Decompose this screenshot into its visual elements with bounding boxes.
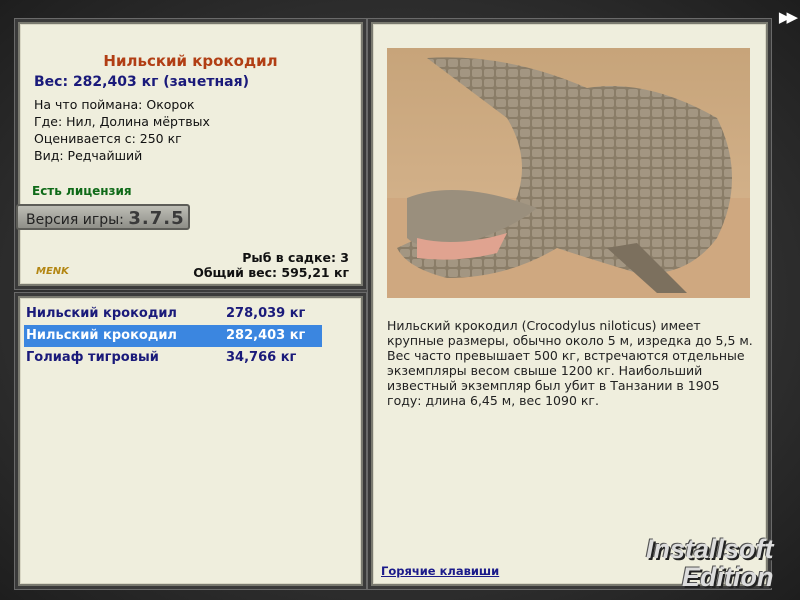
list-item-name: Нильский крокодил (26, 328, 177, 343)
fish-weight: Вес: 282,403 кг (зачетная) (34, 74, 249, 90)
list-item-name: Голиаф тигровый (26, 350, 159, 365)
crocodile-photo (387, 48, 750, 298)
list-item[interactable]: Нильский крокодил 282,403 кг (24, 325, 322, 347)
catch-list-panel: Нильский крокодил 278,039 кг Нильский крок… (18, 296, 363, 586)
fish-info-panel: Нильский крокодил Вес: 282,403 кг (зачет… (16, 22, 363, 286)
description-panel: Нильский крокодил (Crocodylus niloticus)… (371, 22, 768, 586)
list-item[interactable]: Голиаф тигровый 34,766 кг (24, 347, 322, 369)
list-item[interactable]: Нильский крокодил 278,039 кг (24, 303, 322, 325)
version-number: 3.7.5 (128, 208, 185, 229)
bait-line: На что поймана: Окорок (34, 97, 195, 112)
list-item-weight: 34,766 кг (226, 350, 297, 365)
version-label: Версия игры: (26, 212, 124, 228)
total-weight: Общий вес: 595,21 кг (193, 265, 349, 280)
fish-title: Нильский крокодил (103, 52, 278, 70)
list-item-name: Нильский крокодил (26, 306, 177, 321)
valued-line: Оценивается с: 250 кг (34, 131, 182, 146)
watermark-line1: Installsoft (646, 534, 774, 564)
fast-forward-icon[interactable]: ▶▶ (779, 8, 798, 26)
small-logo: MENK (36, 266, 69, 277)
keepnet-count: Рыб в садке: 3 (242, 250, 349, 265)
watermark-line2: Edition (682, 562, 774, 592)
location-line: Где: Нил, Долина мёртвых (34, 114, 210, 129)
game-version-badge: Версия игры: 3.7.5 (16, 204, 190, 230)
hotkeys-link[interactable]: Горячие клавиши (381, 564, 499, 578)
installsoft-watermark: Installsoft Edition (640, 518, 800, 600)
species-description: Нильский крокодил (Crocodylus niloticus)… (387, 318, 753, 408)
rarity-line: Вид: Редчайший (34, 148, 143, 163)
license-status: Есть лицензия (32, 184, 132, 198)
list-item-weight: 282,403 кг (226, 328, 306, 343)
list-item-weight: 278,039 кг (226, 306, 306, 321)
